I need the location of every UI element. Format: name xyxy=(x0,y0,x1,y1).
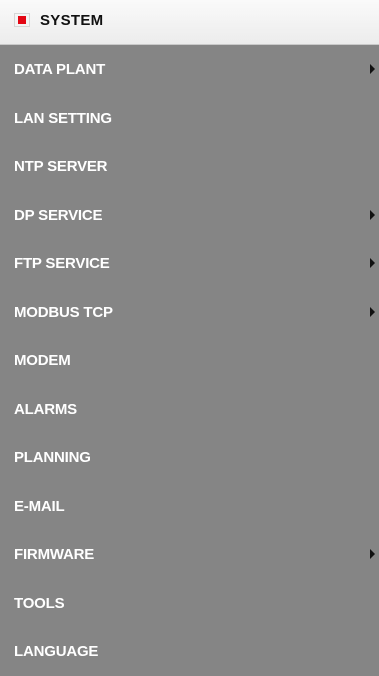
menu-item-label: E-MAIL xyxy=(14,497,65,515)
menu-item-label: PLANNING xyxy=(14,449,91,466)
menu-item-label: MODBUS TCP xyxy=(14,303,113,321)
menu-item-e-mail[interactable]: E-MAIL xyxy=(0,482,379,531)
menu-item-tools[interactable]: TOOLS xyxy=(0,579,379,628)
menu-item-label: TOOLS xyxy=(14,594,65,612)
menu-header-system[interactable]: SYSTEM xyxy=(0,0,379,45)
menu-item-label: FTP SERVICE xyxy=(14,255,110,272)
submenu-arrow-icon xyxy=(370,306,375,317)
menu-item-dp-service[interactable]: DP SERVICE xyxy=(0,191,379,240)
menu-item-label: DATA PLANT xyxy=(14,61,106,78)
menu-item-label: DP SERVICE xyxy=(14,206,103,224)
menu-item-label: FIRMWARE xyxy=(14,546,95,563)
submenu-arrow-icon xyxy=(370,549,375,559)
menu-item-language[interactable]: LANGUAGE xyxy=(0,627,379,676)
menu-item-modem[interactable]: MODEM xyxy=(0,336,379,385)
menu-item-ftp-service[interactable]: FTP SERVICE xyxy=(0,239,379,288)
menu-item-label: LAN SETTING xyxy=(14,109,112,127)
menu-item-label: MODEM xyxy=(14,352,71,369)
menu-item-alarms[interactable]: ALARMS xyxy=(0,385,379,434)
menu-item-lan-setting[interactable]: LAN SETTING xyxy=(0,94,379,143)
menu-item-firmware[interactable]: FIRMWARE xyxy=(0,530,379,579)
menu-item-label: LANGUAGE xyxy=(14,643,99,660)
system-menu: SYSTEM DATA PLANT LAN SETTING NTP SERVER… xyxy=(0,0,379,676)
menu-item-planning[interactable]: PLANNING xyxy=(0,433,379,482)
menu-item-ntp-server[interactable]: NTP SERVER xyxy=(0,142,379,191)
menu-header-label: SYSTEM xyxy=(40,12,104,29)
menu-item-modbus-tcp[interactable]: MODBUS TCP xyxy=(0,288,379,337)
submenu-arrow-icon xyxy=(370,64,375,74)
menu-item-data-plant[interactable]: DATA PLANT xyxy=(0,45,379,94)
menu-list: DATA PLANT LAN SETTING NTP SERVER DP SER… xyxy=(0,45,379,676)
submenu-arrow-icon xyxy=(370,209,375,220)
red-square-icon xyxy=(14,13,30,27)
submenu-arrow-icon xyxy=(370,258,375,268)
menu-item-label: NTP SERVER xyxy=(14,158,108,175)
menu-item-label: ALARMS xyxy=(14,400,77,418)
